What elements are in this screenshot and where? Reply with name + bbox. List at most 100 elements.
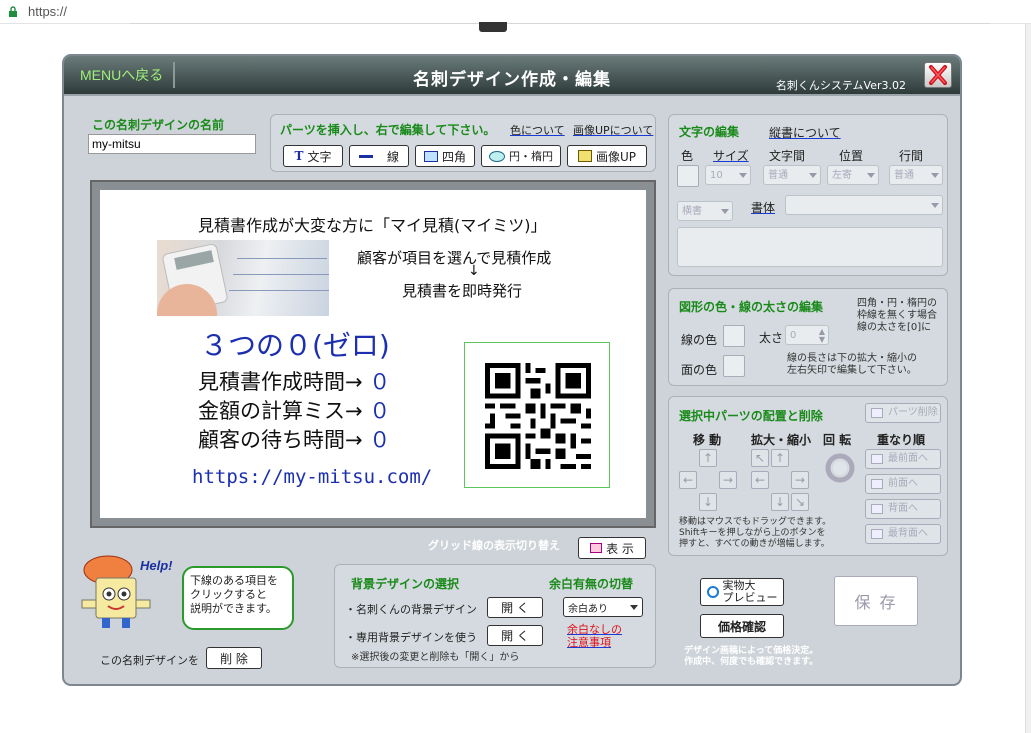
card-arrow[interactable]: ↓ (468, 263, 480, 279)
card-line-2[interactable]: 見積書を即時発行 (402, 280, 522, 301)
help-badge[interactable]: Help! (140, 558, 173, 573)
text-position-value: 左寄 (832, 170, 852, 181)
text-size-link[interactable]: サイズ (713, 147, 749, 164)
delete-part-button[interactable]: パーツ削除 (865, 403, 941, 423)
text-size-select[interactable]: 10 (705, 165, 751, 185)
insert-image-label: 画像UP (595, 149, 637, 164)
card-row-3-zero: ０ (369, 428, 391, 452)
move-up-button[interactable]: ↑ (699, 449, 717, 467)
title-bar: MENUへ戻る 名刺デザイン作成・編集 名刺くんシステムVer3.02 (64, 56, 960, 96)
line-spacing-select[interactable]: 普通 (889, 165, 943, 185)
card-big-text[interactable]: ３つの０(ゼロ) (200, 324, 390, 364)
bring-forward-button[interactable]: 前面へ (865, 474, 941, 494)
margin-heading: 余白有無の切替 (549, 577, 634, 591)
insert-text-button[interactable]: T 文字 (283, 145, 343, 167)
price-note: デザイン画稿によって価格決定。 作成中、何度でも確認できます。 (684, 646, 819, 667)
fill-color-label: 面の色 (681, 363, 718, 377)
card-url[interactable]: https://my-mitsu.com/ (192, 466, 432, 488)
letter-spacing-select[interactable]: 普通 (763, 165, 821, 185)
insert-image-button[interactable]: 画像UP (567, 145, 647, 167)
save-button[interactable]: 保 存 (834, 576, 918, 626)
font-link[interactable]: 書体 (751, 199, 775, 216)
insert-rect-button[interactable]: 四角 (415, 145, 475, 167)
scale-right-button[interactable]: → (791, 471, 809, 489)
letter-spacing-value: 普通 (768, 170, 788, 181)
insert-ellipse-button[interactable]: 円・楕円 (481, 145, 561, 167)
scale-up-left-button[interactable]: ↖ (751, 449, 769, 467)
design-name-input[interactable] (88, 134, 256, 154)
line-color-label: 線の色 (681, 333, 718, 347)
letter-spacing-label: 文字間 (769, 149, 806, 163)
rotate-label: 回 転 (823, 433, 852, 447)
color-help-link[interactable]: 色について (510, 122, 565, 138)
card-line-1[interactable]: 顧客が項目を選んで見積作成 (357, 247, 551, 268)
card-row-2[interactable]: 金額の計算ミス→ ０ (198, 395, 390, 425)
image-help-link[interactable]: 画像UPについて (573, 122, 653, 138)
card-row-2-text: 金額の計算ミス→ (198, 399, 363, 423)
text-content-input[interactable] (677, 227, 943, 267)
background-heading: 背景デザインの選択 (351, 577, 460, 591)
insert-ellipse-label: 円・楕円 (509, 150, 553, 163)
rotate-button[interactable] (823, 451, 857, 485)
font-select[interactable] (785, 195, 943, 215)
thickness-stepper[interactable]: 0 ▲ ▼ (785, 325, 829, 345)
move-label: 移 動 (693, 433, 722, 447)
scale-up-button[interactable]: ↑ (771, 449, 789, 467)
close-icon (929, 65, 947, 85)
business-card-canvas[interactable]: 見積書作成が大変な方に「マイ見積(マイミツ)」 顧客が項目を選んで見積作成 ↓ … (100, 190, 646, 518)
preview-button[interactable]: 実物大 プレビュー (700, 578, 784, 606)
shape-edit-heading: 図形の色・線の太さの編集 (679, 300, 824, 314)
move-right-button[interactable]: → (719, 471, 737, 489)
grid-toggle-label: グリッド線の表示切り替え (428, 539, 560, 552)
margin-select-value: 余白あり (568, 603, 608, 615)
scale-down-button[interactable]: ↓ (771, 493, 789, 511)
margin-select[interactable]: 余白あり (563, 597, 643, 617)
scrollbar[interactable] (1025, 24, 1031, 733)
fill-color-swatch[interactable] (723, 355, 745, 377)
open-custom-bg-button[interactable]: 開 く (487, 625, 543, 646)
qr-code[interactable] (464, 342, 610, 488)
text-direction-select[interactable]: 横書 (677, 201, 733, 221)
vertical-writing-link[interactable]: 縦書について (769, 124, 841, 141)
text-color-swatch[interactable] (677, 165, 699, 187)
url-text[interactable]: https:// (28, 4, 67, 19)
chevron-down-icon (931, 203, 939, 208)
line-length-note: 線の長さは下の拡大・縮小の 左右矢印で編集して下さい。 (787, 353, 917, 376)
version-label: 名刺くんシステムVer3.02 (775, 79, 906, 92)
open-builtin-bg-button[interactable]: 開 く (487, 597, 543, 618)
price-check-button[interactable]: 価格確認 (700, 614, 784, 638)
text-edit-heading: 文字の編集 (679, 125, 740, 139)
order-label: 重なり順 (877, 433, 926, 447)
bring-to-front-button[interactable]: 最前面へ (865, 449, 941, 469)
card-headline[interactable]: 見積書作成が大変な方に「マイ見積(マイミツ)」 (198, 212, 547, 236)
calculator-photo[interactable] (157, 240, 329, 316)
send-backward-button[interactable]: 背面へ (865, 499, 941, 519)
text-position-select[interactable]: 左寄 (827, 165, 879, 185)
scale-down-right-button[interactable]: ↘ (791, 493, 809, 511)
move-down-button[interactable]: ↓ (699, 493, 717, 511)
close-button[interactable] (924, 62, 952, 88)
shape-border-note: 四角・円・楕円の 枠線を無くす場合 線の太さを[0]に (857, 298, 937, 333)
rotate-icon (825, 453, 855, 483)
background-panel: 背景デザインの選択 余白有無の切替 ・名刺くんの背景デザイン 開 く ・専用背景… (334, 564, 656, 668)
grid-toggle-button[interactable]: 表 示 (578, 537, 646, 559)
image-icon (577, 150, 592, 162)
tab-handle[interactable] (479, 22, 507, 32)
move-note: 移動はマウスでもドラッグできます。 Shiftキーを押しながら上のボタンを 押す… (679, 517, 832, 549)
line-spacing-value: 普通 (894, 170, 914, 181)
thickness-value: 0 (790, 330, 797, 341)
move-left-button[interactable]: ← (679, 471, 697, 489)
card-row-1[interactable]: 見積書作成時間→ ０ (198, 366, 390, 396)
no-margin-notes-link[interactable]: 余白なしの 注意事項 (567, 623, 622, 649)
editor-window: MENUへ戻る 名刺デザイン作成・編集 名刺くんシステムVer3.02 この名刺… (62, 54, 962, 686)
scale-left-button[interactable]: ← (751, 471, 769, 489)
chevron-down-icon (809, 173, 817, 178)
thickness-label: 太さ (759, 331, 784, 345)
insert-line-button[interactable]: 線 (349, 145, 409, 167)
delete-design-button[interactable]: 削 除 (206, 647, 262, 669)
line-color-swatch[interactable] (723, 325, 745, 347)
card-row-3[interactable]: 顧客の待ち時間→ ０ (198, 424, 390, 454)
parts-panel: パーツを挿入し、右で編集して下さい。 色について 画像UPについて T 文字 線 … (270, 114, 656, 172)
help-bubble: 下線のある項目を クリックすると 説明ができます。 (182, 566, 294, 630)
send-to-back-button[interactable]: 最背面へ (865, 524, 941, 544)
